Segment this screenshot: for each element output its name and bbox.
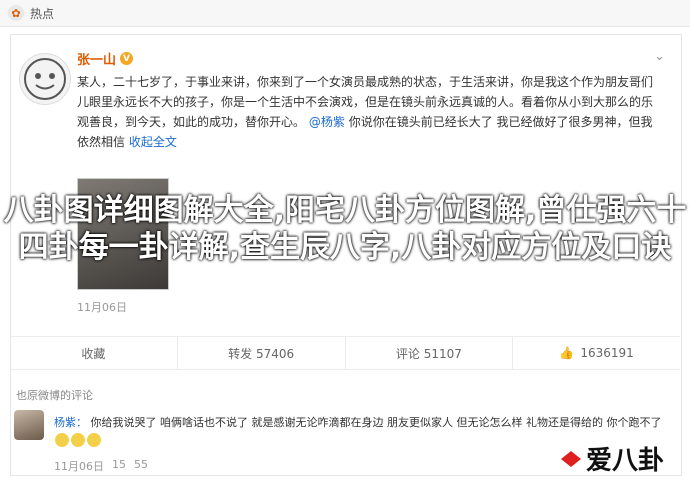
action-bar: 收藏 转发 57406 评论 51107 👍 1636191 xyxy=(10,336,680,370)
collect-button[interactable]: 收藏 xyxy=(10,337,177,369)
comment-like[interactable]: 15 xyxy=(112,458,126,474)
overlay-title: 八卦图详细图解大全,阳宅八卦方位图解,曾仕强六十四卦每一卦详解,查生辰八字,八卦… xyxy=(3,193,687,265)
watermark-logo: 爱八卦 xyxy=(560,440,664,477)
commenter-name[interactable]: 杨紫： xyxy=(54,416,87,429)
comments-header: 也原微博的评论 xyxy=(16,389,93,402)
smile-emoji-icon xyxy=(87,433,101,447)
author-avatar[interactable] xyxy=(19,53,71,105)
post-time: 11月06日 xyxy=(77,301,127,314)
collapse-link[interactable]: 收起全文 xyxy=(129,135,177,149)
comment-reply[interactable]: 55 xyxy=(134,458,148,474)
chevron-down-icon[interactable]: ⌄ xyxy=(654,49,665,64)
comment-button[interactable]: 评论 51107 xyxy=(344,337,513,369)
tab-label: 热点 xyxy=(30,6,55,21)
tab-hot[interactable]: ✿ 热点 xyxy=(8,3,54,23)
comment-meta: 11月06日 15 55 xyxy=(54,458,148,474)
mention-link[interactable]: @杨紫 xyxy=(309,115,345,129)
like-button[interactable]: 👍 1636191 xyxy=(512,337,680,369)
thumb-up-icon: 👍 xyxy=(559,346,575,360)
fire-icon: ✿ xyxy=(8,5,24,21)
tab-bar: ✿ 热点 xyxy=(0,0,690,27)
commenter-avatar[interactable] xyxy=(14,410,44,440)
smile-emoji-icon xyxy=(55,433,69,447)
watermark-icon xyxy=(561,450,581,467)
smile-emoji-icon xyxy=(71,433,85,447)
repost-button[interactable]: 转发 57406 xyxy=(176,337,345,369)
author-name[interactable]: 张一山 V xyxy=(77,49,134,68)
post-text: 某人，二十七岁了，于事业来讲，你来到了一个女演员最成熟的状态，于生活来讲，你是我… xyxy=(77,75,654,149)
verified-icon: V xyxy=(120,52,134,65)
